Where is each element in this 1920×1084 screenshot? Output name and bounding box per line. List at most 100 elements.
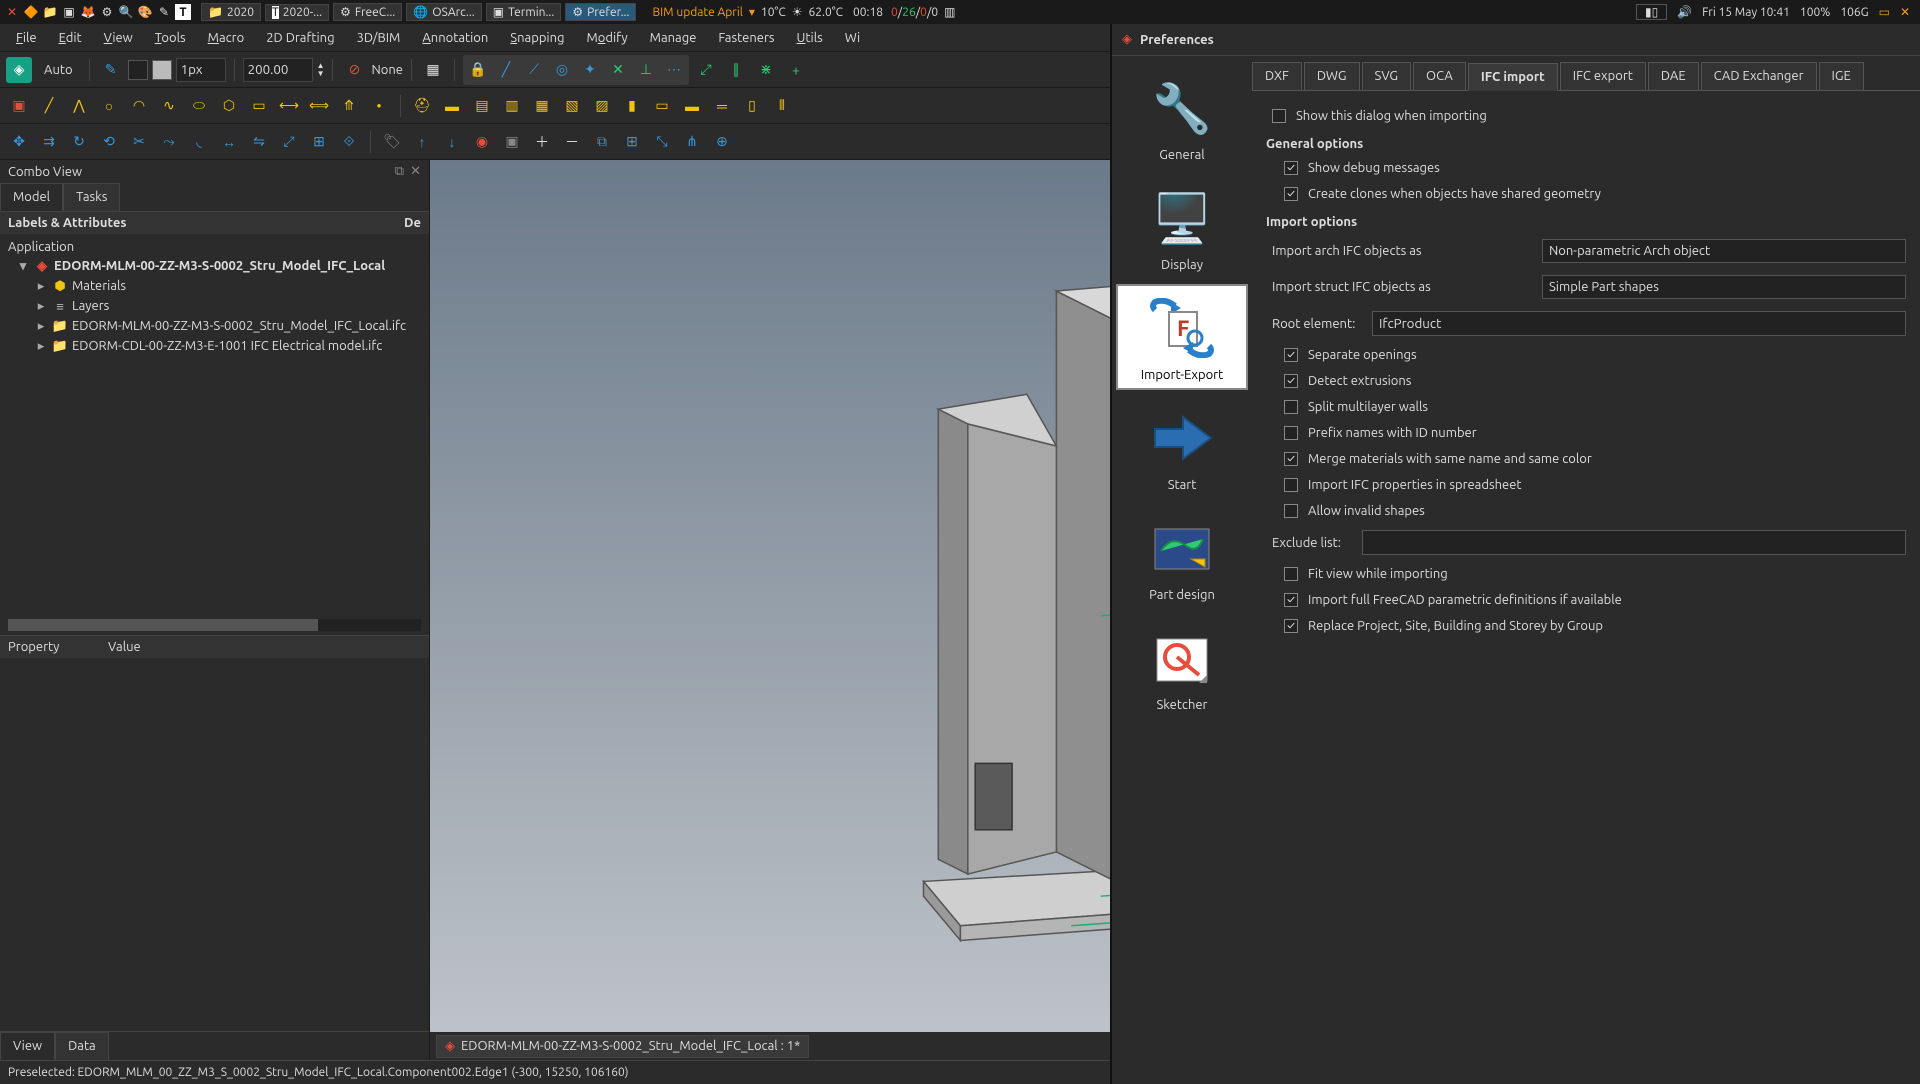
expand-icon[interactable]: ▸: [34, 299, 48, 314]
helmet-icon[interactable]: ⛑: [409, 93, 435, 119]
input-root-element[interactable]: [1372, 311, 1906, 336]
connect-icon[interactable]: ⤡: [649, 129, 675, 155]
select-import-struct[interactable]: Simple Part shapes: [1542, 275, 1906, 299]
cat-part-design[interactable]: Part design: [1116, 504, 1248, 610]
datetime[interactable]: Fri 15 May 10:41: [1702, 6, 1790, 19]
stretch-icon[interactable]: ↔: [216, 129, 242, 155]
files-icon[interactable]: 📁: [42, 4, 58, 20]
menu-utils[interactable]: Utils: [787, 27, 833, 49]
color-dark[interactable]: [128, 60, 148, 80]
menu-manage[interactable]: Manage: [640, 27, 707, 49]
task-terminal[interactable]: ▣Termin...: [486, 3, 562, 21]
cat-sketcher[interactable]: Sketcher: [1116, 614, 1248, 720]
gear-icon[interactable]: ⚙: [99, 4, 115, 20]
snap-par-icon[interactable]: ∥: [723, 57, 749, 83]
check-prefix-names[interactable]: [1284, 426, 1298, 440]
tree-hscrollbar[interactable]: [8, 619, 421, 631]
col-property[interactable]: Property: [8, 640, 108, 654]
window-icon[interactable]: ▥: [499, 93, 525, 119]
collapse-icon[interactable]: ▾: [16, 259, 30, 274]
col-desc[interactable]: De: [404, 216, 421, 230]
close-icon[interactable]: ✕: [1900, 5, 1910, 19]
input-exclude-list[interactable]: [1362, 530, 1906, 555]
expand-icon[interactable]: ▸: [34, 339, 48, 354]
dim3-icon[interactable]: ⤊: [336, 93, 362, 119]
none-label[interactable]: None: [371, 63, 403, 77]
workbench-icon[interactable]: ◈: [6, 57, 32, 83]
snap-add-icon[interactable]: +: [783, 57, 809, 83]
search-icon[interactable]: 🔍: [118, 4, 134, 20]
snap-angle-icon[interactable]: ✦: [577, 57, 603, 83]
col-value[interactable]: Value: [108, 640, 141, 654]
expand-icon[interactable]: ▸: [34, 279, 48, 294]
dim2-icon[interactable]: ⟺: [306, 93, 332, 119]
scrollbar-thumb[interactable]: [8, 619, 318, 631]
sketch-icon[interactable]: ▣: [6, 93, 32, 119]
tree-root[interactable]: ▾ ◈ EDORM-MLM-00-ZZ-M3-S-0002_Stru_Model…: [0, 256, 429, 276]
rect-icon[interactable]: ▭: [246, 93, 272, 119]
tab-iges[interactable]: IGE: [1819, 62, 1864, 90]
stairs-icon[interactable]: ▧: [559, 93, 585, 119]
snap-mid-icon[interactable]: ⟋: [521, 57, 547, 83]
snap-intersect-icon[interactable]: ✕: [605, 57, 631, 83]
forbid-icon[interactable]: ⊘: [341, 57, 367, 83]
cat-general[interactable]: 🔧 General: [1116, 64, 1248, 170]
min-icon[interactable]: ▭: [1879, 5, 1890, 19]
tab-view[interactable]: View: [0, 1032, 55, 1060]
volume-icon[interactable]: 🔊: [1677, 5, 1692, 19]
workspace-switcher[interactable]: ▮▯: [1636, 4, 1667, 20]
spin-down-icon[interactable]: ▼: [317, 70, 325, 78]
close-icon[interactable]: ✕: [4, 4, 20, 20]
cat-display[interactable]: 🖥️ Display: [1116, 174, 1248, 280]
slab-icon[interactable]: ▬: [679, 93, 705, 119]
scale-icon[interactable]: ⤢: [276, 129, 302, 155]
door-icon[interactable]: ▦: [529, 93, 555, 119]
text-icon[interactable]: T: [175, 4, 191, 20]
offset-icon[interactable]: ⟲: [96, 129, 122, 155]
check-allow-invalid[interactable]: [1284, 504, 1298, 518]
cat-import-export[interactable]: F Import-Export: [1116, 284, 1248, 390]
line-width-input[interactable]: [176, 58, 226, 82]
ellipse-icon[interactable]: ⬭: [186, 93, 212, 119]
document-tab[interactable]: ◈ EDORM-MLM-00-ZZ-M3-S-0002_Stru_Model_I…: [436, 1035, 809, 1058]
line-icon[interactable]: ╱: [36, 93, 62, 119]
copy-icon[interactable]: ⇉: [36, 129, 62, 155]
color-light[interactable]: [152, 60, 172, 80]
check-create-clones[interactable]: [1284, 187, 1298, 201]
menu-windows[interactable]: Wi: [835, 27, 870, 49]
menu-modify[interactable]: Modify: [576, 27, 637, 49]
snap-center-icon[interactable]: ◎: [549, 57, 575, 83]
circle-icon[interactable]: ○: [96, 93, 122, 119]
menu-fasteners[interactable]: Fasteners: [708, 27, 784, 49]
snap-perp-icon[interactable]: ⊥: [633, 57, 659, 83]
col-labels[interactable]: Labels & Attributes: [8, 216, 404, 230]
disk-icon[interactable]: ▥: [944, 5, 955, 19]
check-fit-view[interactable]: [1284, 567, 1298, 581]
snap-more-icon[interactable]: ⋯: [661, 57, 687, 83]
nudge-icon[interactable]: ⊕: [709, 129, 735, 155]
tab-cad-exchanger[interactable]: CAD Exchanger: [1701, 62, 1817, 90]
bim-update-label[interactable]: BIM update April: [652, 6, 742, 19]
tab-dwg[interactable]: DWG: [1304, 62, 1360, 90]
up-icon[interactable]: ↑: [409, 129, 435, 155]
check-separate-openings[interactable]: [1284, 348, 1298, 362]
check-import-parametric[interactable]: [1284, 593, 1298, 607]
menu-edit[interactable]: Edit: [49, 27, 92, 49]
tree-ifc-stru[interactable]: ▸ 📁 EDORM-MLM-00-ZZ-M3-S-0002_Stru_Model…: [0, 316, 429, 336]
tab-dxf[interactable]: DXF: [1252, 62, 1302, 90]
check-merge-materials[interactable]: [1284, 452, 1298, 466]
clone-icon[interactable]: ⧉: [589, 129, 615, 155]
snap-end-icon[interactable]: ╱: [493, 57, 519, 83]
cat-start[interactable]: Start: [1116, 394, 1248, 500]
task-osarc[interactable]: 🌐OSArc...: [406, 3, 481, 21]
minus-icon[interactable]: －: [559, 129, 585, 155]
tab-ifc-import[interactable]: IFC import: [1468, 63, 1558, 91]
menu-macro[interactable]: Macro: [198, 27, 255, 49]
rebar-icon[interactable]: ⫴: [769, 93, 795, 119]
rotate-icon[interactable]: ↻: [66, 129, 92, 155]
tab-ifc-export[interactable]: IFC export: [1560, 62, 1646, 90]
close-icon[interactable]: ✕: [410, 164, 421, 179]
pen-icon[interactable]: ✎: [98, 57, 124, 83]
dropdown-icon[interactable]: ▾: [749, 5, 755, 19]
menu-2d-drafting[interactable]: 2D Drafting: [256, 27, 344, 49]
